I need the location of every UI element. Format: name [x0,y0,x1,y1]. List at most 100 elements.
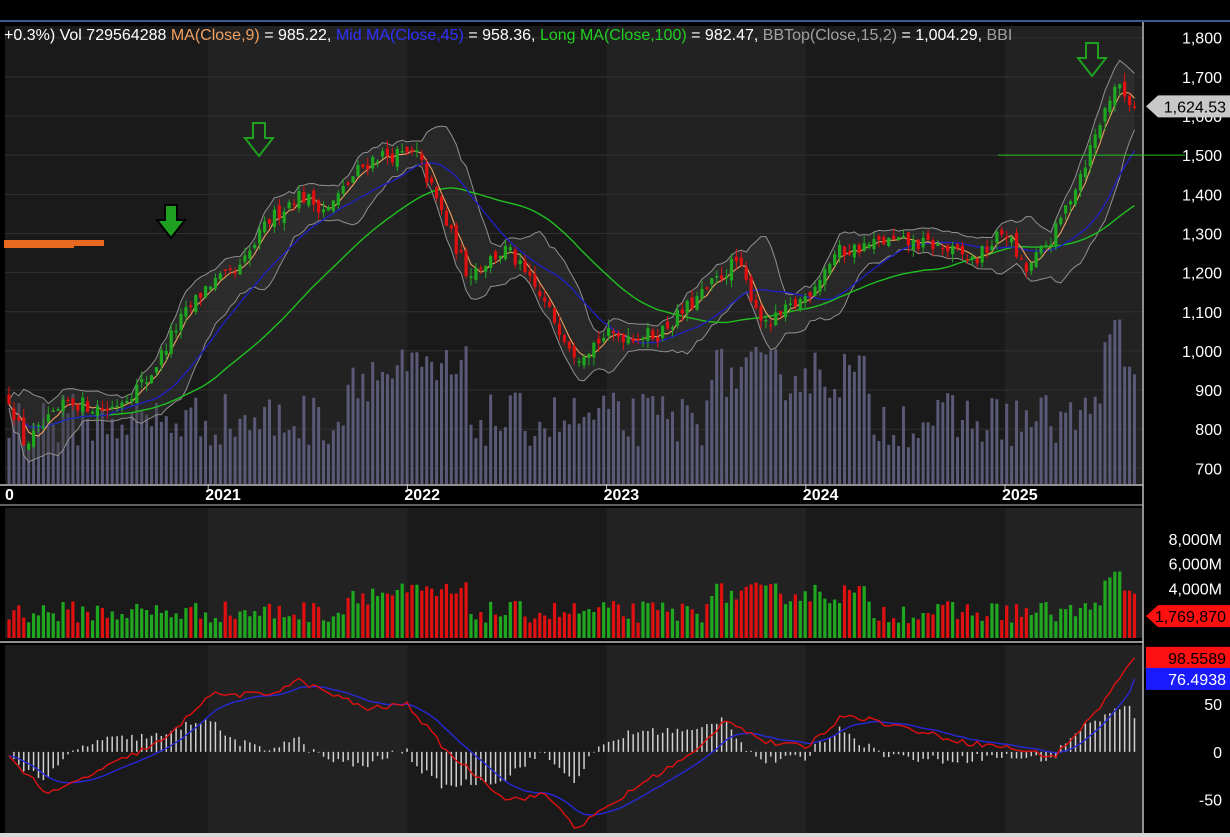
volume-overlay-bar [376,380,380,484]
volume-bar [174,613,178,638]
volume-overlay-bar [302,395,306,484]
volume-bar [705,604,709,638]
candle-body [258,229,262,244]
candle-body [474,267,478,280]
volume-bar [395,589,399,638]
volume-overlay-bar [990,398,994,484]
volume-overlay-bar [361,373,365,484]
volume-overlay-bar [808,393,812,484]
volume-overlay-bar [498,430,502,484]
volume-overlay-bar [130,413,134,484]
candle-body [783,304,788,318]
volume-bar [567,613,571,638]
x-axis-tick: 0 [5,487,14,504]
candle-body [1083,167,1087,178]
last-price-label: 1,624.53 [1164,99,1226,116]
candle-body [1054,223,1058,246]
volume-overlay-bar [7,437,11,484]
volume-bar [1113,571,1117,638]
candle-body [577,361,581,363]
volume-bar [81,606,85,638]
candle-body [980,246,984,263]
volume-bar [317,606,321,638]
volume-bar [788,601,793,638]
candle-body [454,224,458,254]
candle-body [199,292,203,298]
candle-body [425,163,429,183]
volume-bar [31,613,36,638]
volume-overlay-bar [744,357,748,484]
candle-body [66,399,70,402]
volume-bar [715,583,719,638]
candle-body [636,338,640,341]
volume-bar [764,585,768,638]
volume-overlay-bar [956,437,960,484]
volume-bar [951,602,955,638]
candle-body [1098,125,1102,139]
volume-overlay-bar [680,398,684,484]
volume-bar [351,590,355,638]
candle-body [125,400,129,403]
candle-body [7,394,11,405]
candle-body [995,231,999,243]
volume-overlay-bar [926,422,930,484]
volume-bar [66,609,70,638]
volume-bar [533,618,537,638]
volume-overlay-bar [666,418,670,484]
candle-body [700,288,704,299]
volume-bar [1098,605,1102,638]
volume-axis-tick: 6,000M [1169,557,1222,574]
volume-overlay-bar [941,402,945,484]
volume-overlay-bar [548,436,552,484]
candle-body [326,207,331,211]
stock-chart[interactable]: 700 800 900 1,000 1,100 1,200 1,300 1,400 1,500 1… [0,0,1230,837]
volume-bar [572,603,576,638]
volume-bar [1010,622,1014,638]
volume-bar [734,599,738,638]
volume-bar [179,618,183,638]
volume-overlay-bar [906,447,910,484]
candle-body [715,276,719,278]
volume-overlay-bar [395,365,399,484]
candle-body [164,350,168,355]
bottom-strip [0,833,1230,837]
candle-body [936,243,940,247]
candle-body [779,311,783,315]
volume-overlay-bar [602,395,606,484]
volume-bar [464,582,468,638]
volume-overlay-bar [282,432,286,484]
year-band [1005,645,1142,833]
volume-bar [341,614,345,638]
candle-body [27,443,31,450]
volume-overlay-bar [587,412,591,484]
candle-body [1108,100,1112,113]
volume-overlay-bar [739,366,743,484]
candle-body [287,202,291,209]
volume-bar [1073,616,1078,638]
volume-overlay-bar [1078,409,1082,484]
candle-body [1049,244,1053,246]
volume-bar [675,620,680,638]
volume-bar [125,618,129,638]
volume-overlay-bar [415,352,419,484]
candle-body [518,260,522,265]
candle-body [317,200,321,213]
volume-overlay-bar [607,408,611,484]
volume-bar [1014,604,1019,638]
candle-body [975,259,979,264]
volume-overlay-bar [1128,366,1132,484]
volume-overlay-bar [420,366,424,484]
volume-overlay-bar [690,412,694,484]
volume-overlay-bar [484,445,488,484]
volume-overlay-bar [125,434,129,484]
volume-overlay-bar [567,424,571,484]
volume-bar [548,618,552,638]
volume-overlay-bar [612,392,616,484]
volume-overlay-bar [474,438,478,484]
volume-bar [631,603,635,638]
volume-overlay-bar [572,397,576,484]
candle-body [154,367,159,373]
price-axis-tick: 1,000 [1182,344,1222,361]
candle-body [415,150,419,152]
volume-bar [376,596,380,638]
